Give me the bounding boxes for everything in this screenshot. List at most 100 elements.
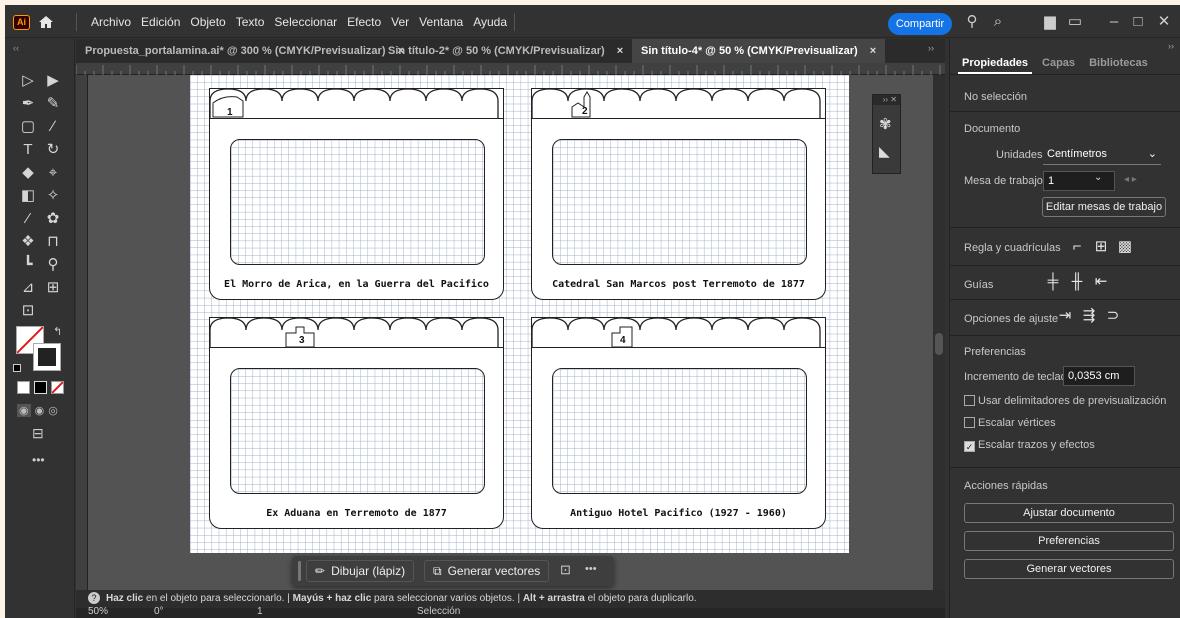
menu-edicion[interactable]: Edición	[141, 15, 180, 29]
units-select[interactable]: Centímetros ⌄	[1043, 145, 1161, 165]
stroke-swatch[interactable]	[33, 343, 61, 371]
frame-card[interactable]: 4 Antiguo Hotel Pacifico (1927 - 1960)	[531, 317, 826, 529]
keyboard-increment-input[interactable]: 0,0353 cm	[1063, 366, 1135, 386]
scroll-thumb[interactable]	[935, 333, 943, 355]
artboard-navigator[interactable]: 1	[257, 606, 263, 617]
collapse-icon[interactable]: ‹‹	[13, 43, 19, 53]
generate-vectors-panel-button[interactable]: Generar vectores	[964, 559, 1174, 579]
menu-ver[interactable]: Ver	[391, 15, 409, 29]
transparency-grid-icon[interactable]: ▩	[1116, 238, 1134, 256]
draw-normal-icon[interactable]: ◉	[17, 404, 31, 417]
type-tool-icon[interactable]: T	[17, 140, 39, 160]
default-colors-icon[interactable]	[13, 364, 21, 372]
frame-card[interactable]: 1 El Morro de Arica, en la Guerra del Pa…	[209, 88, 504, 300]
direct-selection-tool-icon[interactable]: ▶	[42, 71, 64, 91]
vertical-scrollbar[interactable]	[933, 75, 945, 590]
card-caption[interactable]: Catedral San Marcos post Terremoto de 18…	[532, 279, 825, 290]
swap-colors-icon[interactable]: ↰	[53, 325, 62, 338]
change-screen-mode-icon[interactable]: ⊟	[32, 425, 44, 442]
curvature-tool-icon[interactable]: ✎	[42, 94, 64, 114]
tab-propuesta[interactable]: Propuesta_portalamina.ai* @ 300 % (CMYK/…	[76, 39, 413, 63]
more-options-icon[interactable]: •••	[585, 563, 597, 575]
preview-bounds-checkbox[interactable]: Usar delimitadores de previsualización	[964, 395, 1166, 407]
selection-tool-icon[interactable]: ▷	[17, 71, 39, 91]
arrange-documents-icon[interactable]: ▭	[1066, 13, 1084, 31]
generate-vectors-button[interactable]: ⧉ Generar vectores	[424, 560, 550, 582]
gradient-mode-icon[interactable]	[34, 381, 47, 394]
rectangle-tool-icon[interactable]: ▢	[17, 117, 39, 137]
width-tool-icon[interactable]: ✧	[42, 186, 64, 206]
horizontal-ruler[interactable]	[75, 63, 945, 75]
image-placeholder[interactable]	[230, 368, 485, 494]
close-icon[interactable]: ✕	[1155, 13, 1173, 31]
image-placeholder[interactable]	[552, 139, 807, 265]
preferences-button[interactable]: Preferencias	[964, 531, 1174, 551]
menu-archivo[interactable]: Archivo	[91, 15, 131, 29]
frame-card[interactable]: 2 Catedral San Marcos post Terremoto de …	[531, 88, 826, 300]
tab-bibliotecas[interactable]: Bibliotecas	[1085, 53, 1152, 74]
close-tab-icon[interactable]: ×	[617, 45, 623, 57]
rotation-select[interactable]: 0°	[154, 606, 164, 617]
maximize-icon[interactable]: □	[1129, 13, 1147, 31]
tab-sin-titulo-4[interactable]: Sin título-4* @ 50 % (CMYK/Previsualizar…	[632, 39, 886, 63]
drag-handle[interactable]	[298, 561, 301, 581]
menu-ayuda[interactable]: Ayuda	[473, 15, 507, 29]
gradient-tool-icon[interactable]: ◧	[17, 186, 39, 206]
ruler-icon[interactable]: ⌐	[1068, 238, 1086, 256]
image-placeholder[interactable]	[552, 368, 807, 494]
tab-sin-titulo-2[interactable]: Sin título-2* @ 50 % (CMYK/Previsualizar…	[379, 39, 632, 63]
menu-efecto[interactable]: Efecto	[347, 15, 381, 29]
search-icon[interactable]: ⌕	[989, 13, 1007, 31]
vertical-ruler[interactable]	[76, 75, 88, 590]
rotate-tool-icon[interactable]: ↻	[42, 140, 64, 160]
canvas[interactable]: 1 El Morro de Arica, en la Guerra del Pa…	[88, 75, 933, 590]
scale-corners-checkbox[interactable]: Escalar vértices	[964, 417, 1056, 429]
close-tab-icon[interactable]: ×	[870, 45, 876, 57]
draw-inside-icon[interactable]: ◎	[48, 404, 58, 417]
home-icon[interactable]	[38, 14, 54, 30]
none-mode-icon[interactable]	[51, 381, 64, 394]
expand-icon[interactable]: ››	[928, 43, 934, 53]
panel-expand-icon[interactable]: ››	[1168, 41, 1174, 51]
menu-texto[interactable]: Texto	[236, 15, 265, 29]
artboard[interactable]: 1 El Morro de Arica, en la Guerra del Pa…	[190, 75, 849, 553]
snap-to-point-icon[interactable]: ⇥	[1056, 307, 1074, 325]
gradient-panel-icon[interactable]: ◣	[879, 143, 890, 160]
artboard-tool-icon[interactable]: ⊓	[42, 232, 64, 252]
card-caption[interactable]: Ex Aduana en Terremoto de 1877	[210, 508, 503, 519]
graph-tool-icon[interactable]: ┗	[17, 255, 39, 275]
grid-icon[interactable]: ⊞	[1092, 238, 1110, 256]
cursor-sparkle-icon[interactable]: ⚲	[963, 13, 981, 31]
edit-toolbar-icon[interactable]: •••	[32, 453, 45, 467]
tab-capas[interactable]: Capas	[1038, 53, 1079, 74]
edit-artboards-button[interactable]: Editar mesas de trabajo	[1042, 197, 1166, 217]
snap-to-pixel-icon[interactable]: ⇶	[1080, 307, 1098, 325]
menu-objeto[interactable]: Objeto	[190, 15, 225, 29]
help-icon[interactable]: ?	[88, 592, 100, 604]
eraser-tool-icon[interactable]: ◆	[17, 163, 39, 183]
chart-tool-icon[interactable]: ⊞	[42, 278, 64, 298]
menu-ventana[interactable]: Ventana	[419, 15, 463, 29]
color-mode-icon[interactable]	[17, 381, 30, 394]
pen-tool-icon[interactable]: ✒	[17, 94, 39, 114]
scale-strokes-checkbox[interactable]: ✓ Escalar trazos y efectos	[964, 439, 1095, 452]
blend-tool-icon[interactable]: ✿	[42, 209, 64, 229]
share-button[interactable]: Compartir	[888, 13, 952, 35]
zoom-tool-icon[interactable]: ⚲	[42, 255, 64, 275]
frame-card[interactable]: 3 Ex Aduana en Terremoto de 1877	[209, 317, 504, 529]
image-placeholder[interactable]	[230, 139, 485, 265]
chevron-down-icon[interactable]: ⌄	[1094, 172, 1112, 190]
screen-mode-icon[interactable]: ⊡	[17, 301, 39, 321]
workspace-icon[interactable]: ▆	[1041, 13, 1059, 31]
smart-guides-icon[interactable]: ⇤	[1092, 273, 1110, 291]
color-palette-icon[interactable]: ✾	[879, 115, 892, 133]
draw-pencil-button[interactable]: ✏ Dibujar (lápiz)	[306, 560, 415, 582]
lasso-tool-icon[interactable]: ⌖	[42, 163, 64, 183]
snap-to-glyph-icon[interactable]: ⊃	[1104, 307, 1122, 325]
pencil-tool-icon[interactable]: ∕	[42, 117, 64, 137]
guides-icon[interactable]: ╪	[1044, 273, 1062, 291]
fit-document-button[interactable]: Ajustar documento	[964, 503, 1174, 523]
tab-propiedades[interactable]: Propiedades	[958, 53, 1033, 74]
lock-guides-icon[interactable]: ╫	[1068, 273, 1086, 291]
floating-panel-header[interactable]: ›› ✕	[873, 95, 900, 105]
